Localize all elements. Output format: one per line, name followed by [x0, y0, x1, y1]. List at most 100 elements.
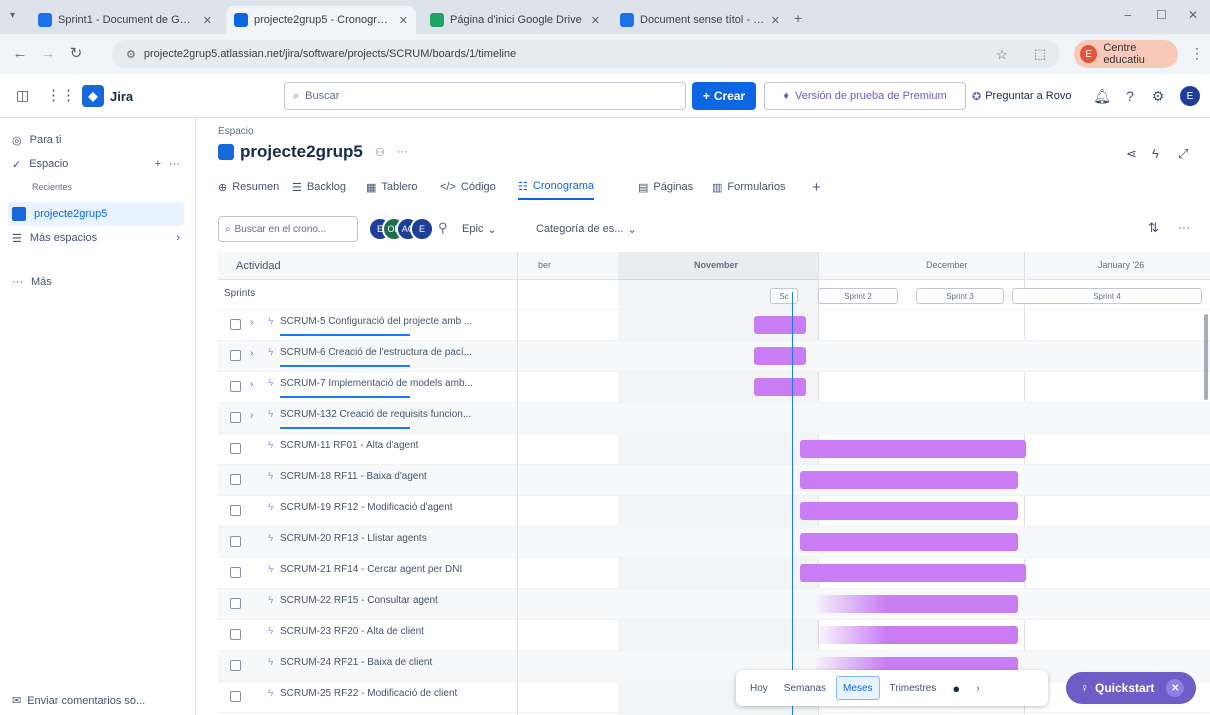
timeline-bar[interactable]: [800, 471, 1018, 489]
timeline-bar[interactable]: [800, 440, 1026, 458]
tab-backlog[interactable]: ☰ Backlog: [292, 174, 346, 200]
timeline-bar[interactable]: [800, 502, 1018, 520]
vertical-scrollbar[interactable]: [1204, 314, 1208, 400]
more-options-icon[interactable]: ···: [397, 146, 408, 158]
url-bar[interactable]: ⚙ projecte2grup5.atlassian.net/jira/soft…: [112, 40, 1060, 68]
sprint-box[interactable]: Sprint 4: [1012, 288, 1202, 304]
sidebar-item-para-ti[interactable]: ◎ Para ti: [12, 128, 188, 152]
timeline-bar[interactable]: [800, 564, 1026, 582]
close-window-icon[interactable]: ✕: [1188, 8, 1198, 22]
close-tab-icon[interactable]: ✕: [203, 14, 212, 27]
zoom-hoy-button[interactable]: Hoy: [744, 676, 774, 700]
zoom-semanas-button[interactable]: Semanas: [778, 676, 832, 700]
more-options-icon[interactable]: ···: [169, 158, 180, 170]
sidebar-item-label: projecte2grup5: [34, 208, 108, 220]
notifications-icon[interactable]: 🔔︎: [1092, 86, 1112, 106]
sidebar-toggle-icon[interactable]: ◫: [16, 87, 29, 104]
epic-filter-label: Epic: [462, 223, 484, 235]
help-icon[interactable]: ?: [1120, 86, 1140, 106]
sprint-box[interactable]: Sc: [770, 288, 798, 304]
forward-icon[interactable]: →: [36, 42, 60, 66]
timeline-bar[interactable]: [754, 347, 806, 365]
sprint-box[interactable]: Sprint 3: [916, 288, 1004, 304]
close-tab-icon[interactable]: ✕: [591, 14, 600, 27]
tab-paginas[interactable]: ▤ Páginas: [638, 174, 693, 200]
tab-formularios[interactable]: ▥ Formularios: [712, 174, 785, 200]
premium-trial-button[interactable]: ♦ Versión de prueba de Premium: [764, 82, 966, 110]
add-space-icon[interactable]: +: [155, 158, 161, 170]
chevron-right-icon[interactable]: ›: [970, 676, 985, 700]
timeline-search-input[interactable]: ⌕ Buscar en el crono...: [218, 216, 358, 242]
category-filter-dropdown[interactable]: Categoría de es... ⌄: [536, 217, 637, 241]
zoom-trimestres-button[interactable]: Trimestres: [884, 676, 943, 700]
lightning-icon[interactable]: ϟ: [1152, 146, 1159, 161]
sidebar-item-espacio[interactable]: ✓ Espacio + ···: [12, 152, 188, 176]
ask-rovo-button[interactable]: ✪ Preguntar a Rovo: [972, 82, 1084, 110]
jira-header: ◫ ⋮⋮ ◆ Jira ⌕ Buscar + Crear ♦ Versión d…: [0, 74, 1210, 118]
timeline-bar[interactable]: [800, 533, 1018, 551]
bookmark-star-icon[interactable]: ☆: [996, 47, 1008, 63]
timeline-bar[interactable]: [754, 316, 806, 334]
list-icon: ☰: [12, 232, 22, 245]
sprint-box[interactable]: Sprint 2: [818, 288, 898, 304]
close-tab-icon[interactable]: ✕: [771, 14, 780, 27]
help-circle-icon[interactable]: ●: [946, 676, 966, 700]
globe-icon: ⊕: [218, 181, 228, 194]
add-tab-button[interactable]: +: [812, 174, 821, 200]
people-icon[interactable]: ⚇: [375, 146, 385, 159]
avatar[interactable]: E: [410, 217, 434, 241]
sidebar-item-more[interactable]: ··· Más: [12, 270, 188, 294]
activity-column-divider: [218, 252, 518, 715]
reload-icon[interactable]: ↻: [64, 42, 88, 66]
close-icon[interactable]: ✕: [1166, 679, 1185, 697]
share-icon[interactable]: ⋖: [1126, 146, 1137, 162]
search-icon: ⌕: [225, 223, 231, 235]
profile-button[interactable]: E Centre educatiu: [1074, 40, 1178, 68]
settings-gear-icon[interactable]: ⚙: [1148, 86, 1168, 106]
create-button[interactable]: + Crear: [692, 82, 756, 110]
close-tab-icon[interactable]: ✕: [399, 14, 408, 27]
month-label: January '26: [1098, 260, 1145, 270]
site-info-icon[interactable]: ⚙: [126, 48, 136, 61]
browser-tab-bar: ▾ Sprint1 - Document de Goog... ✕ projec…: [0, 0, 1210, 34]
tab-search-icon[interactable]: ▾: [10, 10, 15, 21]
tab-cronograma[interactable]: ☷ Cronograma: [518, 174, 595, 200]
sidebar-item-label: Para ti: [29, 134, 62, 146]
user-avatar[interactable]: E: [1180, 86, 1200, 106]
tab-label: Backlog: [306, 181, 347, 193]
timeline-bar[interactable]: [816, 626, 1018, 644]
browser-tab-2[interactable]: projecte2grup5 - Cronograma ✕: [226, 6, 416, 34]
epic-filter-dropdown[interactable]: Epic ⌄: [462, 217, 497, 241]
zoom-meses-button[interactable]: Meses: [836, 676, 880, 700]
quickstart-button[interactable]: ♀ Quickstart ✕: [1066, 672, 1196, 704]
timeline-bar[interactable]: [816, 595, 1018, 613]
browser-tab-4[interactable]: Document sense títol - Docum... ✕: [612, 6, 788, 34]
tab-resumen[interactable]: ⊕ Resumen: [218, 174, 279, 200]
global-search-input[interactable]: ⌕ Buscar: [284, 82, 686, 110]
sidebar-item-project[interactable]: projecte2grup5: [8, 202, 184, 226]
minimize-icon[interactable]: −: [1124, 8, 1132, 23]
extensions-icon[interactable]: ⬚: [1034, 46, 1046, 62]
unassigned-person-icon[interactable]: ⚲: [438, 220, 448, 236]
browser-tab-title: projecte2grup5 - Cronograma: [254, 14, 393, 26]
breadcrumb[interactable]: Espacio: [218, 126, 254, 137]
back-icon[interactable]: ←: [8, 42, 32, 66]
feedback-link[interactable]: ✉ Enviar comentarios so...: [12, 694, 145, 708]
app-switcher-icon[interactable]: ⋮⋮: [46, 86, 76, 104]
google-drive-icon: [430, 13, 444, 27]
browser-address-row: ← → ↻ ⚙ projecte2grup5.atlassian.net/jir…: [0, 34, 1210, 74]
maximize-icon[interactable]: ☐: [1156, 8, 1167, 22]
tab-tablero[interactable]: ▦ Tablero: [366, 174, 417, 200]
timeline-bar[interactable]: [754, 378, 806, 396]
browser-menu-icon[interactable]: ⋮: [1190, 45, 1204, 62]
fullscreen-icon[interactable]: ⤢: [1178, 146, 1188, 162]
browser-tab-1[interactable]: Sprint1 - Document de Goog... ✕: [30, 6, 220, 34]
view-settings-icon[interactable]: ⇅: [1148, 220, 1159, 236]
more-options-icon[interactable]: ···: [1178, 220, 1190, 234]
browser-tab-3[interactable]: Página d'inici Google Drive ✕: [422, 6, 608, 34]
sidebar-item-more-spaces[interactable]: ☰ Más espacios ›: [12, 226, 188, 250]
jira-logo[interactable]: ◆ Jira: [82, 85, 133, 107]
sidebar: ◎ Para ti ✓ Espacio + ··· Recientes proj…: [0, 118, 196, 715]
new-tab-icon[interactable]: +: [794, 10, 802, 26]
tab-codigo[interactable]: </> Código: [440, 174, 496, 200]
